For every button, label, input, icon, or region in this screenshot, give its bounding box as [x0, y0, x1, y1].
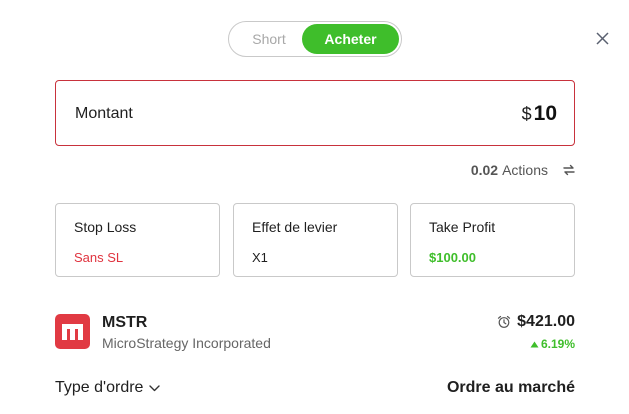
order-mode: Ordre au marché	[446, 379, 575, 396]
direction-toggle[interactable]: Short Acheter	[228, 21, 402, 57]
microstrategy-logo	[55, 314, 90, 349]
stop-loss-title: Stop Loss	[74, 219, 137, 235]
asset-change-row: 6.19%	[530, 337, 575, 351]
units-value: 0.02	[470, 162, 499, 178]
take-profit-value: $100.00	[429, 250, 476, 265]
units-label: Actions	[502, 162, 548, 178]
short-option[interactable]: Short	[229, 22, 309, 56]
asset-price-row: $421.00	[497, 313, 575, 331]
leverage-card[interactable]: Effet de levier X1	[233, 203, 398, 277]
alarm-clock-icon[interactable]	[497, 315, 511, 329]
amount-label: Montant	[75, 105, 133, 122]
stop-loss-card[interactable]: Stop Loss Sans SL	[55, 203, 220, 277]
amount-value[interactable]: $ 10	[522, 102, 557, 126]
asset-name: MicroStrategy Incorporated	[102, 335, 271, 351]
order-type-label: Type d'ordre	[55, 379, 144, 396]
leverage-title: Effet de levier	[252, 219, 338, 235]
leverage-value: X1	[252, 250, 268, 265]
take-profit-title: Take Profit	[429, 219, 496, 235]
stop-loss-value: Sans SL	[74, 250, 124, 265]
asset-price: $421.00	[517, 313, 575, 330]
amount-number[interactable]: 10	[534, 102, 557, 126]
buy-option[interactable]: Acheter	[302, 24, 399, 54]
units-conversion: 0.02 Actions	[440, 160, 576, 180]
order-type-dropdown[interactable]: Type d'ordre	[55, 379, 161, 397]
amount-input-box[interactable]: Montant $ 10	[55, 80, 575, 146]
swap-icon[interactable]	[562, 163, 576, 177]
chevron-down-icon	[149, 384, 161, 391]
amount-currency: $	[521, 104, 532, 124]
close-button[interactable]	[593, 29, 611, 47]
asset-symbol: MSTR	[102, 314, 148, 331]
caret-up-icon	[530, 341, 539, 347]
close-icon	[595, 31, 609, 45]
asset-change: 6.19%	[540, 337, 575, 351]
take-profit-card[interactable]: Take Profit $100.00	[410, 203, 575, 277]
